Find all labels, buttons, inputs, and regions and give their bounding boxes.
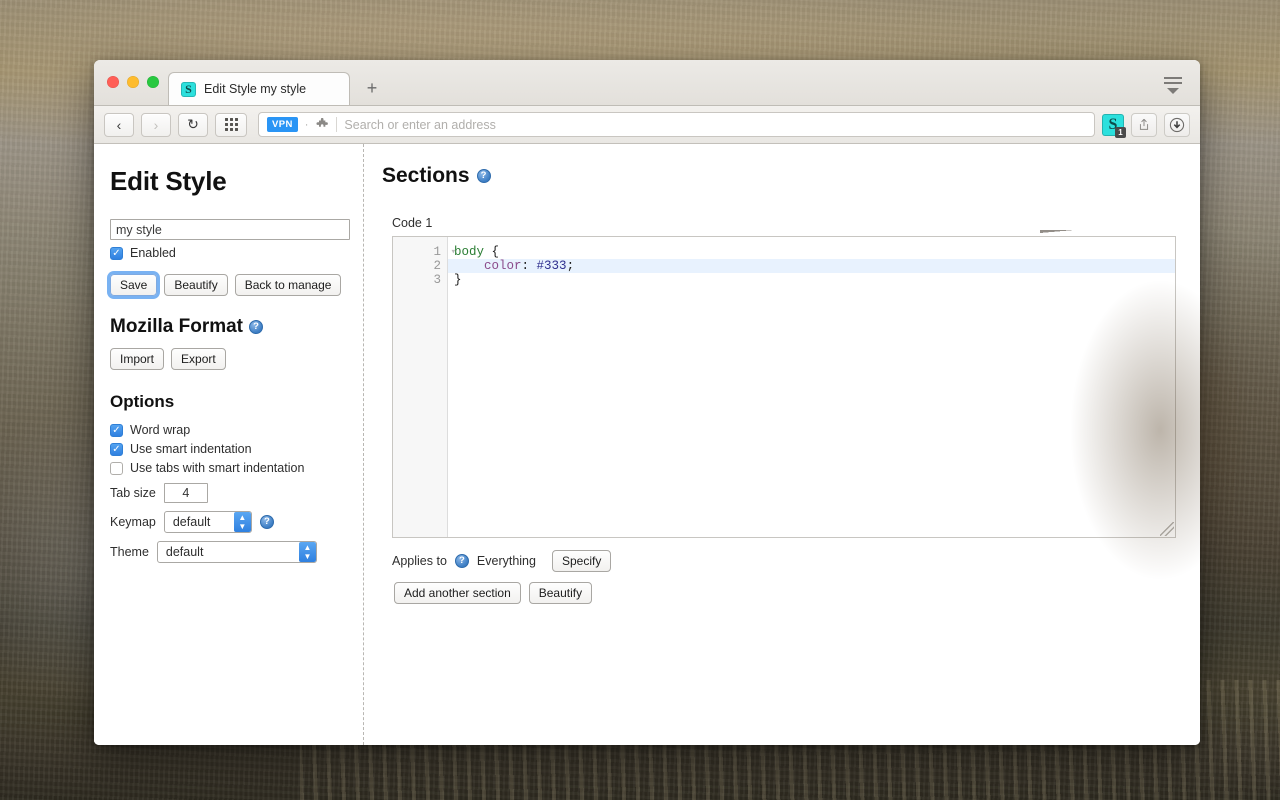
smart-indentation-label: Use smart indentation [130, 442, 252, 456]
stylish-badge-count: 1 [1115, 126, 1126, 138]
options-heading: Options [110, 392, 175, 411]
maximize-window-button[interactable] [147, 76, 159, 88]
editor-code-area[interactable]: body { color: #333; } [448, 237, 1175, 537]
help-icon[interactable]: ? [259, 515, 274, 529]
address-bar-divider [336, 117, 338, 132]
separator-dot: · [304, 118, 309, 131]
browser-window: S Edit Style my style + ‹ › ↻ VPN · Sear… [94, 60, 1200, 745]
tab-size-input[interactable]: 4 [163, 483, 208, 503]
style-name-input[interactable]: my style [110, 219, 350, 240]
enabled-checkbox[interactable]: ✓ [110, 246, 123, 260]
line-number: 2 [393, 259, 447, 273]
line-number-3: 3 [433, 273, 441, 287]
word-wrap-row[interactable]: ✓ Word wrap [110, 423, 343, 437]
page-content: Edit Style my style ✓ Enabled Save Beaut… [94, 144, 1200, 745]
stylish-extension-icon[interactable]: S 1 [1102, 113, 1126, 138]
applies-to-value: Everything [476, 554, 536, 568]
chevron-updown-icon: ▲ ▼ [233, 512, 251, 532]
address-bar[interactable]: VPN · Search or enter an address [258, 112, 1095, 137]
menu-line-1 [1164, 76, 1182, 79]
new-tab-button[interactable]: + [350, 72, 394, 105]
grid-icon-dots [224, 118, 238, 131]
export-button[interactable]: Export [171, 348, 226, 370]
browser-tab-edit-style[interactable]: S Edit Style my style [168, 72, 350, 105]
code-line-2: color: #333; [448, 259, 1175, 273]
code-line-3: } [454, 273, 462, 287]
minimize-window-button[interactable] [127, 76, 139, 88]
editor-line-numbers: 1 ▾ 2 3 [393, 237, 456, 537]
grid-icon[interactable] [215, 112, 247, 137]
style-actions: Save Beautify Back to manage [110, 274, 343, 296]
code-editor[interactable]: 1 ▾ 2 3 body { color: #333; } [392, 236, 1176, 538]
line-number-1: 1 [433, 245, 441, 259]
word-wrap-label: Word wrap [130, 423, 191, 437]
tab-title: Edit Style my style [204, 82, 307, 96]
tabs-with-smart-indentation-row[interactable]: ✓ Use tabs with smart indentation [110, 461, 343, 475]
section-bottom-actions: Add another section Beautify [394, 582, 1176, 604]
close-window-button[interactable] [107, 76, 119, 88]
enabled-label: Enabled [130, 246, 176, 260]
keymap-row: Keymap default ▲ ▼ ? [110, 511, 343, 533]
help-icon[interactable]: ? [454, 554, 469, 568]
help-icon[interactable]: ? [476, 169, 491, 183]
sections-heading: Sections ? [382, 164, 1176, 188]
beautify-button[interactable]: Beautify [164, 274, 228, 296]
puzzle-icon[interactable] [315, 118, 329, 132]
back-to-manage-button[interactable]: Back to manage [234, 274, 342, 296]
tab-size-label: Tab size [110, 486, 156, 500]
keymap-label: Keymap [110, 515, 156, 529]
specify-button[interactable]: Specify [551, 550, 612, 572]
keymap-select[interactable]: default ▲ ▼ [163, 511, 252, 533]
menu-line-2 [1164, 81, 1182, 84]
theme-row: Theme default ▲ ▼ [110, 541, 343, 563]
add-another-section-button[interactable]: Add another section [394, 582, 521, 604]
page-title: Edit Style [110, 166, 227, 196]
smart-indentation-row[interactable]: ✓ Use smart indentation [110, 442, 343, 456]
tab-size-row: Tab size 4 [110, 483, 343, 503]
back-icon[interactable]: ‹ [104, 112, 134, 137]
tabs-with-smart-indentation-checkbox[interactable]: ✓ [110, 461, 123, 475]
main-panel: Sections ? Code 1 1 ▾ 2 3 body {color: … [364, 144, 1200, 745]
address-input-placeholder[interactable]: Search or enter an address [344, 118, 495, 132]
browser-titlebar: S Edit Style my style + [94, 60, 1200, 106]
desktop-wallpaper: S Edit Style my style + ‹ › ↻ VPN · Sear… [0, 0, 1280, 800]
applies-to-label: Applies to [392, 554, 447, 568]
keymap-value: default [172, 515, 211, 529]
enabled-checkbox-row[interactable]: ✓ Enabled [110, 246, 343, 260]
theme-select[interactable]: default ▲ ▼ [156, 541, 317, 563]
mozilla-format-actions: Import Export [110, 348, 343, 370]
beautify-section-button[interactable]: Beautify [528, 582, 593, 604]
line-number: 1 ▾ [393, 245, 456, 259]
applies-to-row: Applies to ? Everything Specify [392, 550, 1176, 572]
editor-resize-handle[interactable] [1160, 522, 1174, 536]
mozilla-format-heading-text: Mozilla Format [110, 316, 244, 337]
code-line-1: body { [454, 245, 500, 259]
code-section-label: Code 1 [392, 216, 433, 230]
theme-value: default [165, 545, 204, 559]
smart-indentation-checkbox[interactable]: ✓ [110, 442, 123, 456]
tab-strip: S Edit Style my style + [168, 60, 394, 105]
mozilla-format-heading: Mozilla Format ? [110, 316, 343, 338]
sidebar: Edit Style my style ✓ Enabled Save Beaut… [94, 144, 364, 745]
reload-icon[interactable]: ↻ [178, 112, 208, 137]
chevron-updown-icon: ▲ ▼ [298, 542, 316, 562]
window-traffic-lights [107, 76, 159, 88]
stylish-favicon-icon: S [181, 81, 196, 97]
hamburger-menu-icon[interactable] [1160, 74, 1186, 96]
share-icon[interactable] [1131, 112, 1157, 137]
vpn-chip[interactable]: VPN [267, 117, 298, 132]
save-button[interactable]: Save [110, 274, 158, 296]
help-icon[interactable]: ? [249, 320, 264, 334]
tabs-with-smart-indentation-label: Use tabs with smart indentation [130, 461, 305, 475]
theme-label: Theme [110, 545, 149, 559]
sections-heading-text: Sections [382, 164, 470, 187]
forward-icon[interactable]: › [141, 112, 171, 137]
import-button[interactable]: Import [110, 348, 165, 370]
downloads-icon[interactable] [1164, 112, 1190, 137]
line-number: 3 [393, 273, 447, 287]
browser-toolbar: ‹ › ↻ VPN · Search or enter an address S… [94, 106, 1200, 144]
menu-triangle [1167, 87, 1179, 94]
line-number-2: 2 [433, 259, 441, 273]
word-wrap-checkbox[interactable]: ✓ [110, 423, 123, 437]
